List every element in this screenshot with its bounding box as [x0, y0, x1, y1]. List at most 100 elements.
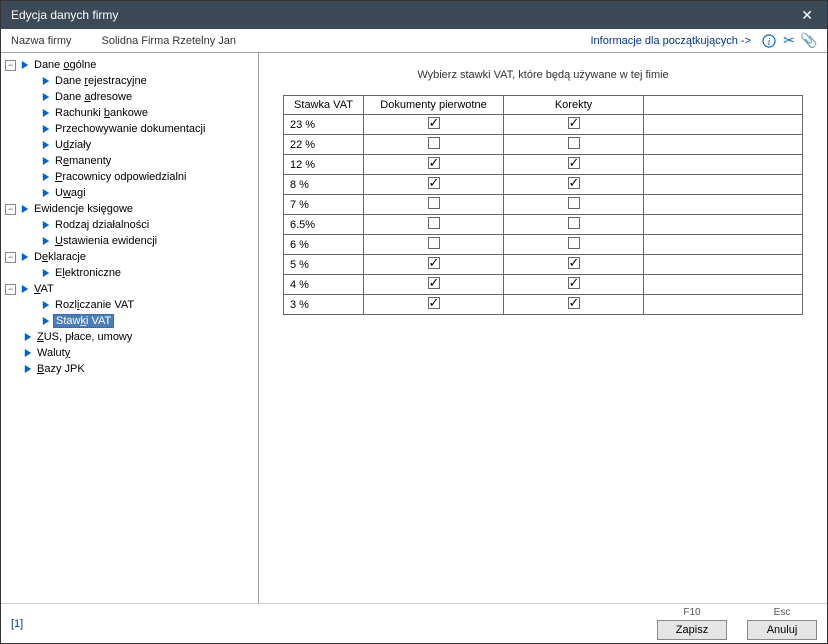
empty-cell: [644, 135, 803, 155]
tree-item-udzialy[interactable]: Udziały: [3, 137, 256, 153]
empty-cell: [644, 115, 803, 135]
rate-cell: 5 %: [284, 255, 364, 275]
corr-checkbox[interactable]: [568, 117, 580, 129]
tree-item-vat[interactable]: −VAT: [3, 281, 256, 297]
tree-item-zus[interactable]: ZUS, płace, umowy: [3, 329, 256, 345]
table-row: 6.5%: [284, 215, 803, 235]
docs-checkbox[interactable]: [428, 177, 440, 189]
corr-checkbox[interactable]: [568, 277, 580, 289]
table-row: 3 %: [284, 295, 803, 315]
help-link[interactable]: Informacje dla początkujących ->: [591, 35, 752, 47]
table-header-empty: [644, 96, 803, 115]
tree-item-dane-ogolne[interactable]: −Dane ogólne: [3, 57, 256, 73]
docs-cell: [364, 175, 504, 195]
tree-item-deklaracje[interactable]: −Deklaracje: [3, 249, 256, 265]
corr-checkbox[interactable]: [568, 257, 580, 269]
docs-cell: [364, 235, 504, 255]
corr-cell: [504, 155, 644, 175]
table-row: 5 %: [284, 255, 803, 275]
docs-checkbox[interactable]: [428, 217, 440, 229]
docs-checkbox[interactable]: [428, 197, 440, 209]
docs-checkbox[interactable]: [428, 117, 440, 129]
empty-cell: [644, 275, 803, 295]
empty-cell: [644, 155, 803, 175]
tree-item-rodzaj[interactable]: Rodzaj działalności: [3, 217, 256, 233]
corr-cell: [504, 115, 644, 135]
tree-item-elektroniczne[interactable]: Elektroniczne: [3, 265, 256, 281]
tree-item-waluty[interactable]: Waluty: [3, 345, 256, 361]
footer: [1] F10 Zapisz Esc Anuluj: [1, 603, 827, 643]
empty-cell: [644, 215, 803, 235]
corr-checkbox[interactable]: [568, 297, 580, 309]
page-indicator[interactable]: [1]: [11, 618, 23, 630]
docs-checkbox[interactable]: [428, 297, 440, 309]
main-panel: Wybierz stawki VAT, które będą używane w…: [259, 53, 827, 603]
corr-cell: [504, 295, 644, 315]
rate-cell: 3 %: [284, 295, 364, 315]
corr-checkbox[interactable]: [568, 157, 580, 169]
empty-cell: [644, 295, 803, 315]
titlebar: Edycja danych firmy ✕: [1, 1, 827, 29]
tree-item-pracownicy[interactable]: Pracownicy odpowiedzialni: [3, 169, 256, 185]
docs-checkbox[interactable]: [428, 257, 440, 269]
rate-cell: 8 %: [284, 175, 364, 195]
close-icon[interactable]: ✕: [797, 7, 817, 24]
tree-item-bazy-jpk[interactable]: Bazy JPK: [3, 361, 256, 377]
docs-checkbox[interactable]: [428, 137, 440, 149]
tree-item-rachunki-bankowe[interactable]: Rachunki bankowe: [3, 105, 256, 121]
rate-cell: 23 %: [284, 115, 364, 135]
docs-cell: [364, 155, 504, 175]
tree-item-ewidencje[interactable]: −Ewidencje księgowe: [3, 201, 256, 217]
tree-item-uwagi[interactable]: Uwagi: [3, 185, 256, 201]
docs-checkbox[interactable]: [428, 157, 440, 169]
save-button[interactable]: Zapisz: [657, 620, 727, 640]
cancel-button[interactable]: Anuluj: [747, 620, 817, 640]
table-header-rate: Stawka VAT: [284, 96, 364, 115]
corr-checkbox[interactable]: [568, 177, 580, 189]
window-title: Edycja danych firmy: [11, 8, 118, 22]
docs-cell: [364, 275, 504, 295]
vat-rates-table: Stawka VAT Dokumenty pierwotne Korekty 2…: [283, 95, 803, 315]
docs-checkbox[interactable]: [428, 237, 440, 249]
corr-checkbox[interactable]: [568, 197, 580, 209]
corr-checkbox[interactable]: [568, 217, 580, 229]
panel-title: Wybierz stawki VAT, które będą używane w…: [417, 69, 668, 81]
attachment-icon[interactable]: 📎: [801, 33, 817, 49]
company-name-label: Nazwa firmy: [11, 35, 72, 47]
tree-item-dane-adresowe[interactable]: Dane adresowe: [3, 89, 256, 105]
tree-item-rozliczanie[interactable]: Rozliczanie VAT: [3, 297, 256, 313]
empty-cell: [644, 195, 803, 215]
rate-cell: 4 %: [284, 275, 364, 295]
table-header-docs: Dokumenty pierwotne: [364, 96, 504, 115]
table-row: 8 %: [284, 175, 803, 195]
table-row: 12 %: [284, 155, 803, 175]
table-row: 6 %: [284, 235, 803, 255]
cancel-hint: Esc: [774, 607, 791, 618]
corr-cell: [504, 215, 644, 235]
rate-cell: 22 %: [284, 135, 364, 155]
navigation-tree: −Dane ogólne Dane rejestracyjne Dane adr…: [1, 53, 259, 603]
tree-item-remanenty[interactable]: Remanenty: [3, 153, 256, 169]
scissors-icon[interactable]: ✂: [781, 33, 797, 49]
corr-cell: [504, 135, 644, 155]
rate-cell: 6.5%: [284, 215, 364, 235]
docs-checkbox[interactable]: [428, 277, 440, 289]
info-icon[interactable]: i: [761, 33, 777, 49]
corr-cell: [504, 175, 644, 195]
empty-cell: [644, 235, 803, 255]
table-header-corr: Korekty: [504, 96, 644, 115]
docs-cell: [364, 215, 504, 235]
tree-item-przechowywanie[interactable]: Przechowywanie dokumentacji: [3, 121, 256, 137]
tree-item-stawki-vat[interactable]: Stawki VAT: [3, 313, 256, 329]
docs-cell: [364, 195, 504, 215]
content-area: −Dane ogólne Dane rejestracyjne Dane adr…: [1, 53, 827, 603]
tree-item-ustawienia[interactable]: Ustawienia ewidencji: [3, 233, 256, 249]
rate-cell: 7 %: [284, 195, 364, 215]
rate-cell: 6 %: [284, 235, 364, 255]
save-hint: F10: [683, 607, 700, 618]
corr-checkbox[interactable]: [568, 137, 580, 149]
table-row: 7 %: [284, 195, 803, 215]
corr-checkbox[interactable]: [568, 237, 580, 249]
corr-cell: [504, 255, 644, 275]
tree-item-dane-rejestracyjne[interactable]: Dane rejestracyjne: [3, 73, 256, 89]
